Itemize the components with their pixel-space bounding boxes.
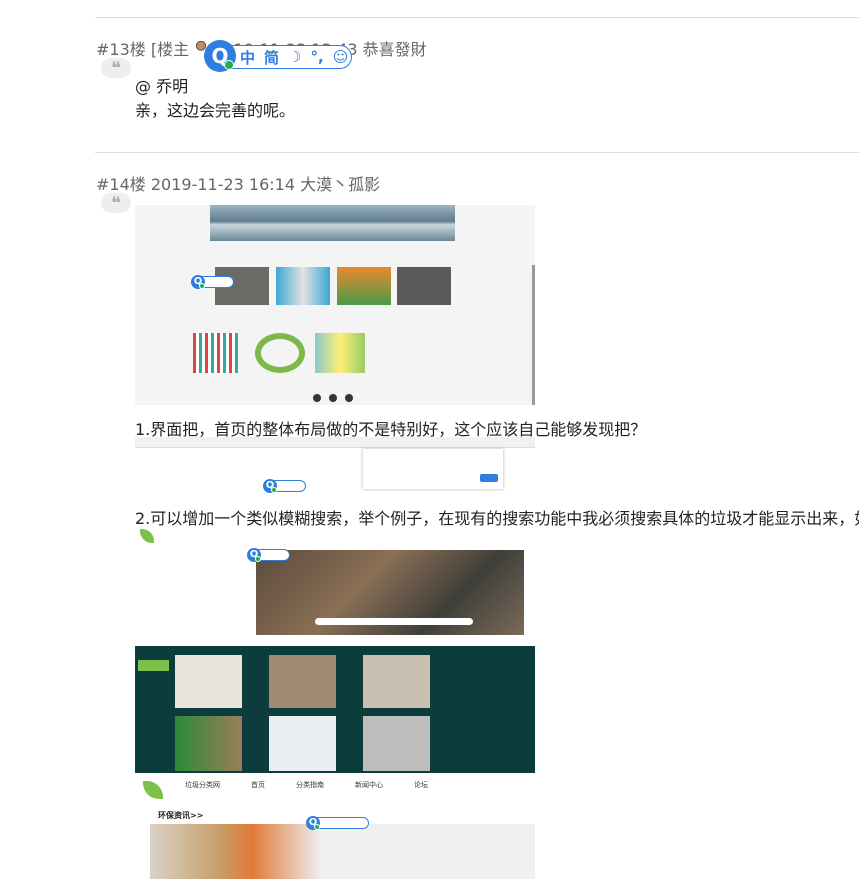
ime-logo-icon: Q: [247, 548, 261, 562]
nav-item: 分类指南: [296, 781, 324, 789]
nav-item: 垃圾分类网: [185, 781, 220, 789]
ime-logo-icon: Q: [306, 816, 320, 830]
screenshot-homepage-layout[interactable]: [135, 205, 535, 405]
screenshot-browser-alert[interactable]: [135, 437, 535, 492]
post-header-14: #14楼 2019-11-23 16:14 大漠丶孤影: [96, 175, 381, 194]
ime-chinese-toggle[interactable]: 中: [240, 47, 255, 68]
nav-item: 论坛: [414, 781, 428, 789]
post-divider: [95, 17, 859, 18]
post-author[interactable]: 恭喜發財: [363, 40, 427, 59]
floor-number: #13楼: [96, 40, 146, 59]
ime-logo-icon[interactable]: Q: [204, 40, 236, 72]
ime-moon-icon[interactable]: ☽: [288, 48, 301, 66]
ime-emoji-icon[interactable]: ☺: [333, 48, 349, 66]
ime-logo-icon: Q: [191, 275, 205, 289]
ime-toolbar[interactable]: Q 中 简 ☽ °, ☺: [204, 40, 352, 72]
ime-toolbar-small: Q: [306, 816, 369, 830]
screenshot-nav-bar: 垃圾分类网 首页 分类指南 新闻中心 论坛: [185, 780, 428, 790]
ime-toolbar-small: Q: [191, 275, 234, 289]
reply-mention[interactable]: @ 乔明: [135, 73, 188, 97]
ime-toolbar-small: Q: [247, 548, 290, 562]
ime-logo-icon: Q: [263, 479, 277, 493]
ime-punctuation-icon[interactable]: °,: [310, 48, 323, 66]
post-content: 亲，这边会完善的呢。: [135, 101, 296, 120]
ime-toolbar-small: Q: [263, 479, 306, 493]
ime-simplified-toggle[interactable]: 简: [264, 47, 279, 68]
nav-item: 新闻中心: [355, 781, 383, 789]
quote-icon: ❝: [101, 58, 131, 79]
nav-item: 首页: [251, 781, 265, 789]
post-divider: [95, 152, 859, 153]
screenshot-section-title: 环保资讯>>: [158, 811, 204, 820]
point-2-text: 2.可以增加一个类似模糊搜索，举个例子，在现有的搜索功能中我必须搜索具体的垃圾才…: [135, 509, 859, 528]
op-tag: [楼主: [150, 40, 190, 59]
quote-icon: ❝: [101, 193, 131, 214]
